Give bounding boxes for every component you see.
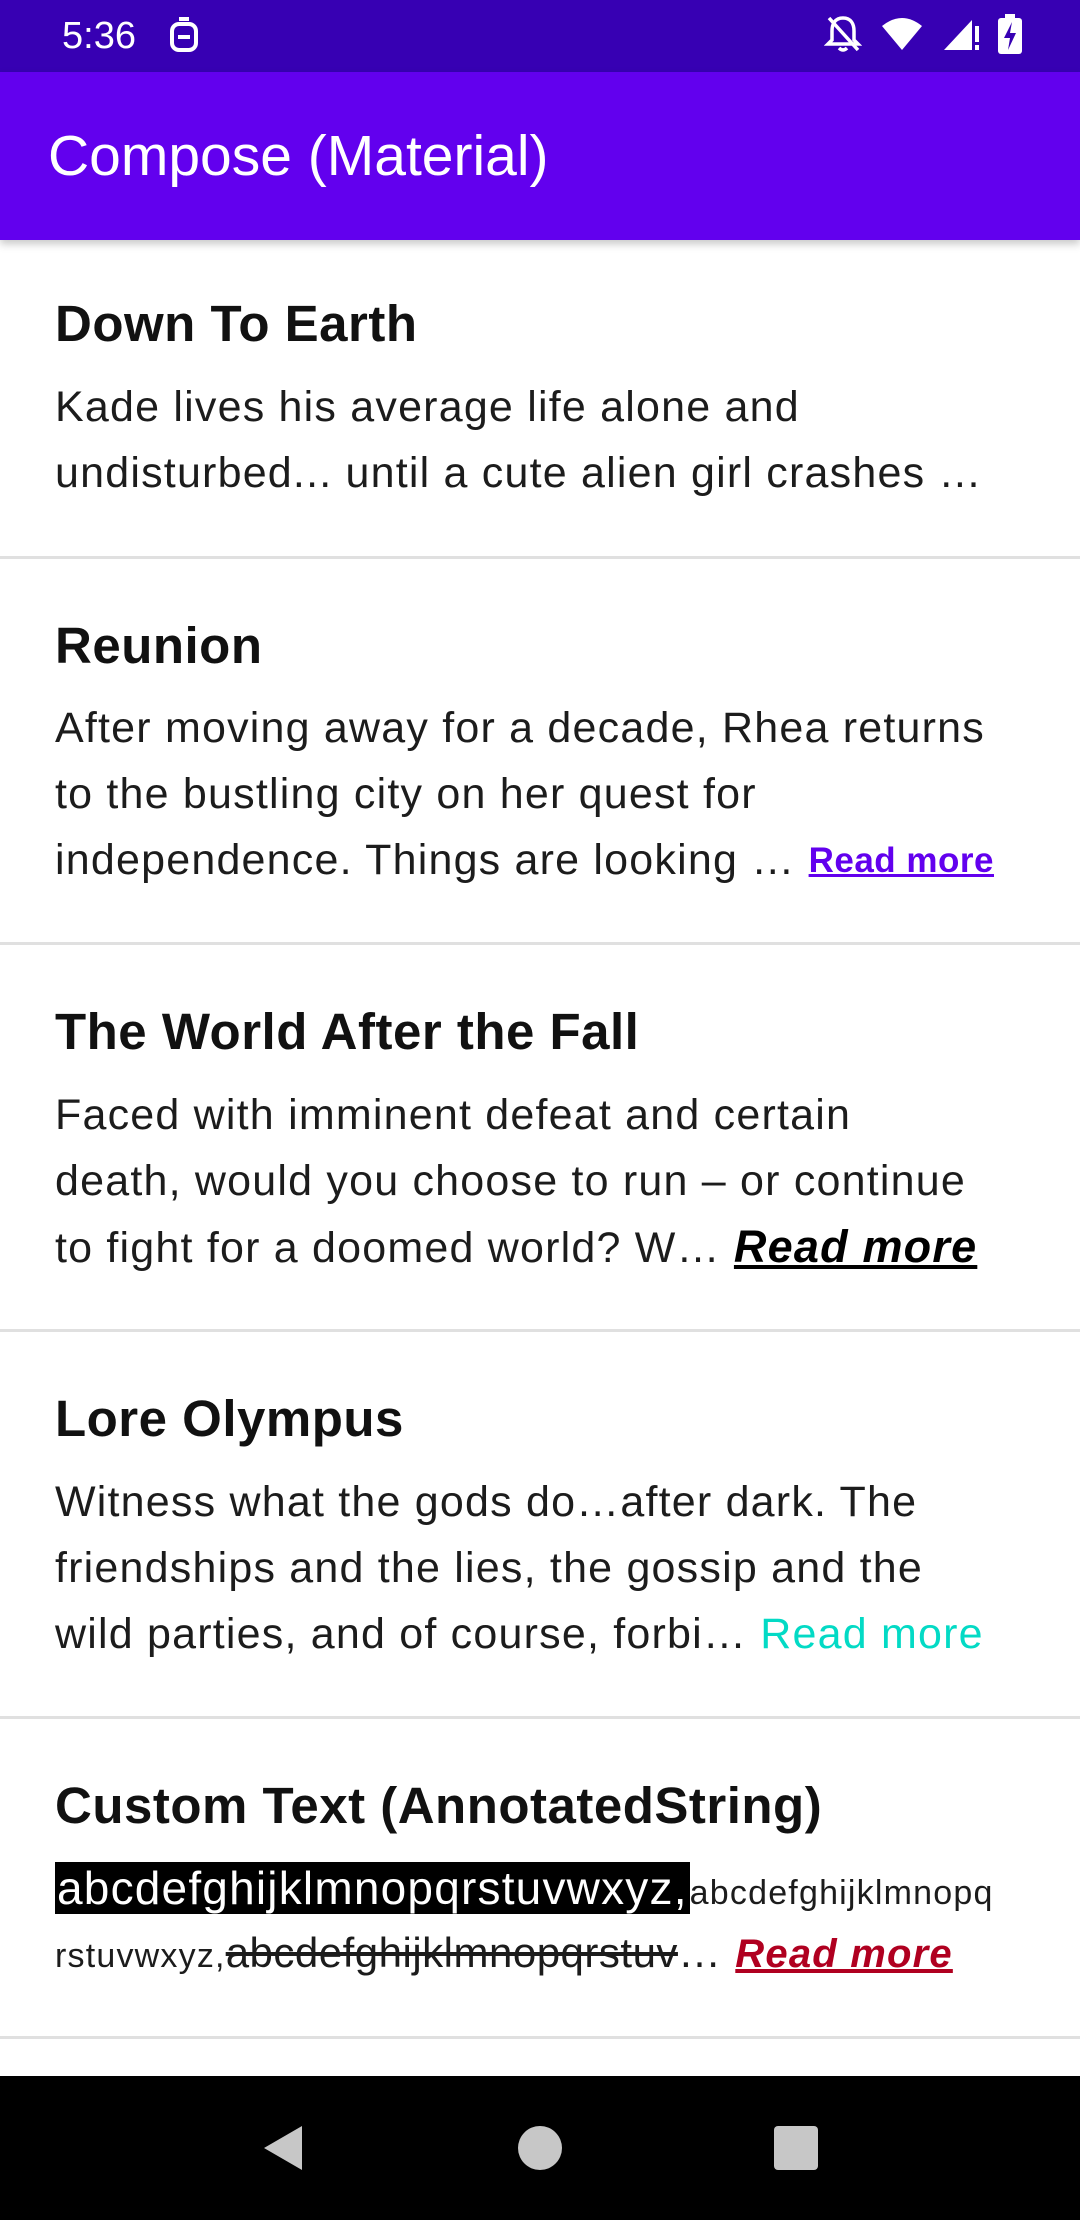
- item-description-line: to the bustling city on her quest for: [55, 770, 757, 818]
- wifi-icon: [880, 16, 924, 57]
- read-more-link[interactable]: Read more: [735, 1927, 953, 1981]
- item-description-line: Kade lives his average life alone and: [55, 383, 800, 431]
- list-item[interactable]: Lore Olympus Witness what the gods do…af…: [0, 1332, 1080, 1719]
- read-more-link[interactable]: Read more: [760, 1607, 984, 1661]
- notifications-off-icon: [823, 14, 863, 59]
- ellipsis-text: …: [677, 1929, 736, 1977]
- item-description-line: wild parties, and of course, forbi… Read…: [55, 1607, 984, 1661]
- read-more-link[interactable]: Read more: [734, 1220, 977, 1274]
- item-title: Lore Olympus: [55, 1390, 404, 1447]
- item-description-text: wild parties, and of course, forbi…: [55, 1610, 761, 1658]
- assistant-icon: [166, 14, 202, 58]
- status-time: 5:36: [62, 15, 136, 57]
- list-item[interactable]: Reunion After moving away for a decade, …: [0, 559, 1080, 945]
- highlighted-text: abcdefghijklmnopqrstuvwxyz,: [55, 1862, 690, 1914]
- battery-charging-icon: [998, 13, 1022, 59]
- app-title: Compose (Material): [48, 124, 549, 188]
- item-description-line: death, would you choose to run – or cont…: [55, 1157, 966, 1205]
- small-text: abcdefghijklmnopq: [689, 1874, 994, 1912]
- list-item[interactable]: Down To Earth Kade lives his average lif…: [0, 244, 1080, 559]
- item-description-line: independence. Things are looking … Read …: [55, 833, 994, 888]
- read-more-link[interactable]: Read more: [809, 834, 994, 888]
- item-title: Reunion: [55, 617, 263, 674]
- item-description-line: After moving away for a decade, Rhea ret…: [55, 704, 985, 752]
- status-icons: [823, 13, 1022, 59]
- navigation-bar: [0, 2076, 1080, 2220]
- item-description-text: independence. Things are looking …: [55, 836, 809, 884]
- item-title: Custom Text (AnnotatedString): [55, 1777, 823, 1834]
- status-bar: 5:36: [0, 0, 1080, 72]
- list-item[interactable]: Custom Text (AnnotatedString) abcdefghij…: [0, 1719, 1080, 2039]
- item-description-text: to fight for a doomed world? W…: [55, 1224, 734, 1272]
- top-app-bar: Compose (Material): [0, 72, 1080, 240]
- annotated-text-line: abcdefghijklmnopqrstuvwxyz,abcdefghijklm…: [55, 1861, 994, 1920]
- item-description-line: Witness what the gods do…after dark. The: [55, 1478, 918, 1526]
- item-title: The World After the Fall: [55, 1003, 640, 1060]
- item-title: Down To Earth: [55, 295, 418, 352]
- back-icon[interactable]: [254, 2118, 314, 2178]
- annotated-text-line: rstuvwxyz,abcdefghijklmnopqrstuv… Read m…: [55, 1926, 953, 1983]
- item-description-line: Faced with imminent defeat and certain: [55, 1091, 852, 1139]
- cellular-signal-icon: [942, 16, 980, 57]
- list-item[interactable]: The World After the Fall Faced with immi…: [0, 945, 1080, 1332]
- story-list[interactable]: Down To Earth Kade lives his average lif…: [0, 244, 1080, 2039]
- item-description-line: friendships and the lies, the gossip and…: [55, 1544, 923, 1592]
- home-icon[interactable]: [510, 2118, 570, 2178]
- recents-icon[interactable]: [766, 2118, 826, 2178]
- item-description-line: to fight for a doomed world? W… Read mor…: [55, 1220, 977, 1275]
- strikethrough-text: abcdefghijklmnopqrstuv: [225, 1929, 678, 1976]
- item-description-line: undisturbed... until a cute alien girl c…: [55, 449, 983, 497]
- small-text: rstuvwxyz,: [55, 1937, 226, 1975]
